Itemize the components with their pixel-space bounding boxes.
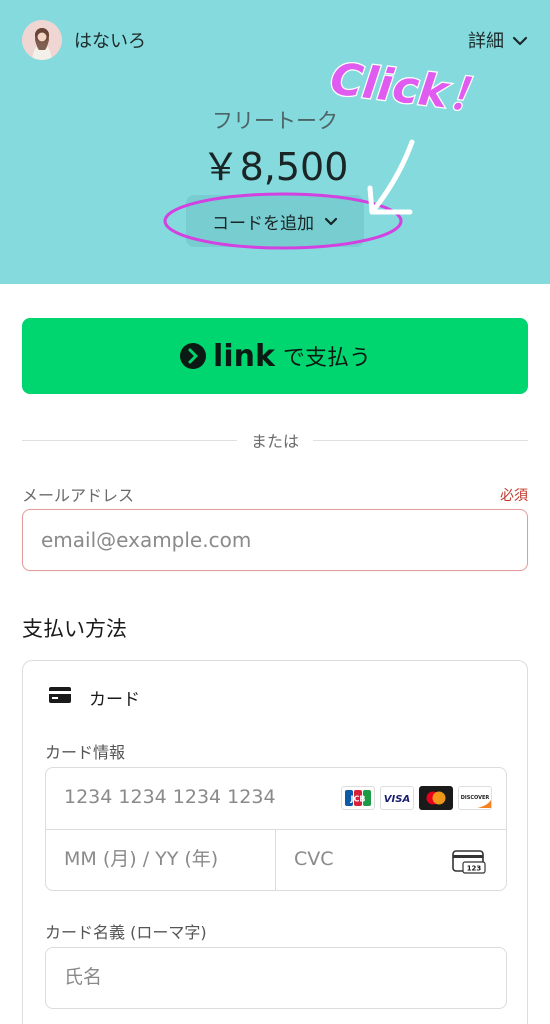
required-label: 必須 [500,488,528,504]
link-logo-icon [180,343,207,369]
cardholder-input[interactable] [64,966,484,988]
or-divider: または [22,428,529,452]
expiry-cell [46,830,276,890]
chevron-down-icon [512,30,528,51]
add-promo-code-button[interactable]: コードを追加 [186,195,364,247]
merchant-name: はないろ [74,31,146,52]
mastercard-icon [419,786,453,810]
details-toggle[interactable]: 詳細 [468,27,528,53]
email-input[interactable] [22,509,528,571]
add-code-label: コードを追加 [212,213,314,234]
cardholder-label: カード名義 (ローマ字) [45,923,207,942]
card-number-input[interactable] [64,786,334,808]
discover-icon: DISCOVER [458,786,492,810]
pay-with-link-button[interactable]: link で支払う [22,318,528,394]
card-method-option[interactable]: カード [49,685,140,710]
total-price: ￥8,500 [201,145,349,189]
pay-with-link-label: で支払う [282,346,371,371]
or-label: または [251,432,300,451]
credit-card-icon [49,687,71,708]
svg-text:DISCOVER: DISCOVER [461,795,490,801]
visa-icon: VISA [380,786,414,810]
cvc-cell: 123 [276,830,506,890]
chevron-down-icon [324,211,338,231]
card-info-label: カード情報 [45,743,126,762]
details-label: 詳細 [468,31,504,52]
product-name: フリートーク [212,109,338,133]
card-brands: JCB VISA DISCOVER [341,786,492,810]
cvc-card-icon: 123 [452,850,486,878]
link-logo-text: link [213,338,275,374]
merchant-avatar [22,20,62,60]
svg-text:JCB: JCB [350,795,366,804]
expiry-input[interactable] [64,848,264,870]
svg-text:123: 123 [467,865,482,873]
cardholder-field [45,947,507,1009]
cvc-input[interactable] [294,848,414,870]
card-details-group: JCB VISA DISCOVER [45,767,507,891]
payment-method-panel: カード カード情報 JCB VISA [22,660,528,1024]
email-label: メールアドレス [22,486,135,505]
checkout-header: はないろ 詳細 フリートーク ￥8,500 コードを追加 Click！ [0,0,550,284]
card-number-row: JCB VISA DISCOVER [46,768,506,830]
card-method-label: カード [89,690,140,710]
svg-text:VISA: VISA [384,794,410,805]
payment-method-title: 支払い方法 [22,617,127,641]
link-logo: link [179,339,275,374]
jcb-icon: JCB [341,786,375,810]
